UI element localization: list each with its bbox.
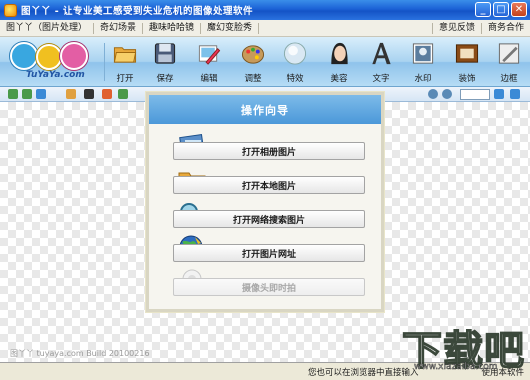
open-button[interactable]: 打开 [108, 40, 142, 84]
crop-icon[interactable] [66, 89, 76, 99]
floppy-disk-icon [154, 43, 176, 64]
border-button[interactable]: 边框 [492, 40, 526, 84]
zoom-level-field[interactable] [460, 89, 490, 100]
menu-item-funhouse-mirror[interactable]: 趣味哈哈镜 [143, 22, 202, 34]
edit-photo-icon [198, 45, 221, 65]
zoom-out-icon[interactable] [442, 89, 452, 99]
decoration-frame-icon [455, 44, 479, 63]
menu-item-business[interactable]: 商务合作 [480, 23, 530, 34]
main-toolbar: TuYaYa.com 打开 保存 编辑 调整 特效 美容 文字 水印 装饰 边框 [0, 37, 530, 87]
beauty-face-icon [331, 42, 348, 65]
watermark-icon [412, 43, 434, 64]
window-controls: _ □ ✕ [475, 2, 527, 17]
build-info: 图丫丫 tuyaya.com Build 20100216 [10, 349, 150, 358]
tuyaya-logo: TuYaYa.com [8, 40, 94, 84]
menu-item-fantasy-scene[interactable]: 奇幻场景 [94, 22, 144, 34]
logo-text: TuYaYa.com [26, 70, 85, 80]
open-web-search-image-button[interactable]: 打开网络搜索图片 [173, 210, 365, 228]
webcam-capture-button[interactable]: 摄像头即时拍 [173, 278, 365, 296]
save-button[interactable]: 保存 [148, 40, 182, 84]
edit-button[interactable]: 编辑 [192, 40, 226, 84]
decoration-button[interactable]: 装饰 [450, 40, 484, 84]
minimize-button[interactable]: _ [475, 2, 491, 17]
watermark-url: www.xiazaiba.com [414, 362, 498, 373]
app-icon [4, 3, 17, 17]
arrow-left-icon[interactable] [102, 89, 112, 99]
fit-window-icon[interactable] [494, 89, 504, 99]
zoom-in-icon[interactable] [428, 89, 438, 99]
actual-size-icon[interactable] [510, 89, 520, 99]
close-button[interactable]: ✕ [511, 2, 527, 17]
maximize-button[interactable]: □ [493, 2, 509, 17]
redo-icon[interactable] [22, 89, 32, 99]
refresh-icon[interactable] [36, 89, 46, 99]
arrow-right-icon[interactable] [118, 89, 128, 99]
wizard-title: 操作向导 [149, 95, 381, 124]
menu-item-face-change[interactable]: 魔幻变脸秀 [201, 22, 260, 34]
text-a-icon [372, 42, 391, 65]
menu-item-feedback[interactable]: 意见反馈 [431, 23, 481, 34]
site-watermark: 下载吧 www.xiazaiba.com [394, 318, 528, 378]
undo-icon[interactable] [8, 89, 18, 99]
watermark-button[interactable]: 水印 [406, 40, 440, 84]
open-album-image-button[interactable]: 打开相册图片 [173, 142, 365, 160]
palette-icon [241, 45, 265, 64]
adjust-button[interactable]: 调整 [236, 40, 270, 84]
border-icon [498, 43, 520, 64]
folder-open-icon [113, 47, 137, 63]
cut-icon[interactable] [84, 89, 94, 99]
operation-wizard: 操作向导 打开相册图片 打开本地图片 打开网络搜索图片 打开图片网址 摄像头即时… [146, 92, 384, 312]
window-title: 图丫丫 - 让专业美工感受到失业危机的图像处理软件 [21, 6, 254, 17]
menu-item-tuyaya[interactable]: 图丫丫（图片处理） [0, 22, 95, 34]
open-image-url-button[interactable]: 打开图片网址 [173, 244, 365, 262]
beauty-button[interactable]: 美容 [322, 40, 356, 84]
title-bar: 图丫丫 - 让专业美工感受到失业危机的图像处理软件 _ □ ✕ [0, 0, 530, 20]
menu-bar: 图丫丫（图片处理） 奇幻场景 趣味哈哈镜 魔幻变脸秀 意见反馈 商务合作 [0, 20, 530, 37]
effects-orb-icon [283, 42, 307, 65]
text-button[interactable]: 文字 [364, 40, 398, 84]
effects-button[interactable]: 特效 [278, 40, 312, 84]
open-local-image-button[interactable]: 打开本地图片 [173, 176, 365, 194]
